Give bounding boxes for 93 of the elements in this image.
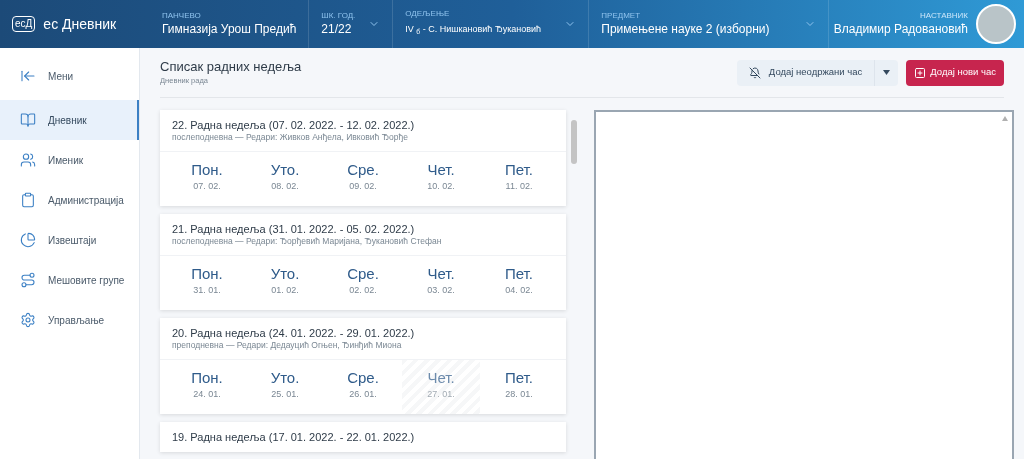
day-cell[interactable]: Уто. 08. 02. (246, 152, 324, 206)
sidebar-item[interactable]: Извештаји (0, 220, 139, 260)
sidebar-item[interactable]: Управљање (0, 300, 139, 340)
caret-icon (883, 70, 891, 75)
day-cell[interactable]: Сре. 09. 02. (324, 152, 402, 206)
day-date: 01. 02. (271, 284, 299, 296)
day-cell[interactable]: Пет. 11. 02. (480, 152, 558, 206)
day-date: 26. 01. (349, 388, 377, 400)
day-cell[interactable]: Уто. 25. 01. (246, 360, 324, 414)
day-cell[interactable]: Пет. 28. 01. (480, 360, 558, 414)
day-date: 25. 01. (271, 388, 299, 400)
day-date: 07. 02. (193, 180, 221, 192)
selector-value: Гимназија Урош Предић (162, 21, 297, 37)
week-title: 22. Радна недеља (07. 02. 2022. - 12. 02. 2022.) (172, 118, 416, 132)
week-title: 19. Радна недеља (17. 01. 2022. - 22. 01. 2022.) (172, 430, 416, 444)
day-date: 10. 02. (427, 180, 455, 192)
back-arrow-icon (20, 68, 36, 84)
day-cell[interactable]: Сре. 02. 02. (324, 256, 402, 310)
sidebar-item[interactable]: Дневник (0, 100, 139, 140)
bell-off-icon (748, 66, 761, 79)
day-cell[interactable]: Чет. 27. 01. (402, 360, 480, 414)
day-date: 08. 02. (271, 180, 299, 192)
week-card[interactable]: 21. Радна недеља (31. 01. 2022. - 05. 02. 2022.) послеподневна — Редари: Ђорђевић Маријана, Ђукановић Стефан Пон. 31. 01. Уто. 01. 02. Сре. 02. 02. Чет. 03. 02. Пет. 04. 02. (160, 214, 566, 310)
week-title: 20. Радна недеља (24. 01. 2022. - 29. 01. 2022.) (172, 326, 416, 340)
pie-chart-icon (20, 232, 36, 248)
day-date: 28. 01. (505, 388, 533, 400)
app-name: ес Дневник (43, 14, 117, 34)
sidebar-item[interactable]: Мени (0, 56, 139, 96)
day-name: Сре. (347, 160, 379, 180)
teacher-label: НАСТАВНИК (920, 11, 968, 21)
day-date: 03. 02. (427, 284, 455, 296)
selector-label: ПРЕДМЕТ (601, 11, 642, 21)
selector-label: ШК. ГОД. (321, 11, 356, 21)
day-date: 04. 02. (505, 284, 533, 296)
day-cell[interactable]: Пон. 31. 01. (168, 256, 246, 310)
week-subtitle: преподневна — Редари: Дедауцић Огњен, Ђинђић Миона (172, 340, 403, 351)
day-cell[interactable]: Чет. 10. 02. (402, 152, 480, 206)
day-cell[interactable]: Сре. 26. 01. (324, 360, 402, 414)
week-card[interactable]: 19. Радна недеља (17. 01. 2022. - 22. 01. 2022.) (160, 422, 566, 452)
day-cell[interactable]: Уто. 01. 02. (246, 256, 324, 310)
week-card[interactable]: 22. Радна недеља (07. 02. 2022. - 12. 02. 2022.) послеподневна — Редари: Живков Анђела, Ивковић Ђорђе Пон. 07. 02. Уто. 08. 02. Сре. 09. 02. Чет. 10. 02. Пет. 11. 02. (160, 110, 566, 206)
day-name: Чет. (427, 368, 455, 388)
header-selector[interactable]: ПРЕДМЕТ Примењене науке 2 (изборни) (589, 0, 830, 48)
day-date: 11. 02. (505, 180, 533, 192)
day-cell[interactable]: Чет. 03. 02. (402, 256, 480, 310)
day-date: 02. 02. (349, 284, 377, 296)
day-name: Чет. (427, 160, 455, 180)
day-name: Пон. (191, 368, 223, 388)
selector-label: ПАНЧЕВО (162, 11, 202, 21)
header-selector[interactable]: ОДЕЉЕЊЕ IV $_{б}$ - С. Нишкановић Ђукановић (393, 0, 590, 48)
day-name: Пет. (505, 160, 533, 180)
selector-value: IV $_{б}$ - С. Нишкановић Ђукановић (405, 23, 542, 37)
selector-label: ОДЕЉЕЊЕ (405, 9, 451, 19)
week-subtitle: послеподневна — Редари: Ђорђевић Маријана, Ђукановић Стефан (172, 236, 443, 247)
sidebar-item[interactable]: Мешовите групе (0, 260, 139, 300)
page-title: Списак радних недеља (160, 58, 302, 75)
logo-icon: есД (12, 16, 36, 32)
scroll-up-icon[interactable] (1002, 116, 1008, 121)
selector-value: 21/22 (321, 21, 353, 37)
day-name: Пон. (191, 264, 223, 284)
sidebar-item[interactable]: Администрација (0, 180, 139, 220)
day-cell[interactable]: Пон. 24. 01. (168, 360, 246, 414)
day-cell[interactable]: Пон. 07. 02. (168, 152, 246, 206)
day-cell[interactable]: Пет. 04. 02. (480, 256, 558, 310)
selector-value: Примењене науке 2 (изборни) (601, 21, 770, 37)
add-lesson-button[interactable]: Додај нови час (906, 59, 1004, 86)
sidebar-item[interactable]: Именик (0, 140, 139, 180)
plus-icon (914, 66, 927, 79)
day-name: Уто. (270, 264, 300, 284)
book-icon (20, 112, 36, 128)
clipboard-icon (20, 192, 36, 208)
week-card[interactable]: 20. Радна недеља (24. 01. 2022. - 29. 01. 2022.) преподневна — Редари: Дедауцић Огњен, Ђинђић Миона Пон. 24. 01. Уто. 25. 01. Сре. 26. 01. Чет. 27. 01. Пет. 28. 01. (160, 318, 566, 414)
settings-icon (20, 312, 36, 328)
branch-icon (20, 272, 36, 288)
people-icon (20, 152, 36, 168)
day-date: 09. 02. (349, 180, 377, 192)
week-subtitle: послеподневна — Редари: Живков Анђела, Ивковић Ђорђе (172, 132, 409, 143)
header-selector[interactable]: ШК. ГОД. 21/22 (309, 0, 394, 48)
day-name: Уто. (270, 160, 300, 180)
day-name: Чет. (427, 264, 455, 284)
day-date: 24. 01. (193, 388, 221, 400)
day-name: Уто. (270, 368, 300, 388)
avatar[interactable] (976, 4, 1016, 44)
day-name: Пет. (505, 368, 533, 388)
day-name: Пет. (505, 264, 533, 284)
teacher-name: Владимир Радовановић (833, 21, 968, 37)
day-name: Сре. (347, 264, 379, 284)
day-name: Сре. (347, 368, 379, 388)
day-date: 27. 01. (427, 388, 455, 400)
header-selector[interactable]: ПАНЧЕВО Гимназија Урош Предић (150, 0, 310, 48)
day-date: 31. 01. (193, 284, 221, 296)
week-title: 21. Радна недеља (31. 01. 2022. - 05. 02. 2022.) (172, 222, 416, 236)
day-name: Пон. (191, 160, 223, 180)
